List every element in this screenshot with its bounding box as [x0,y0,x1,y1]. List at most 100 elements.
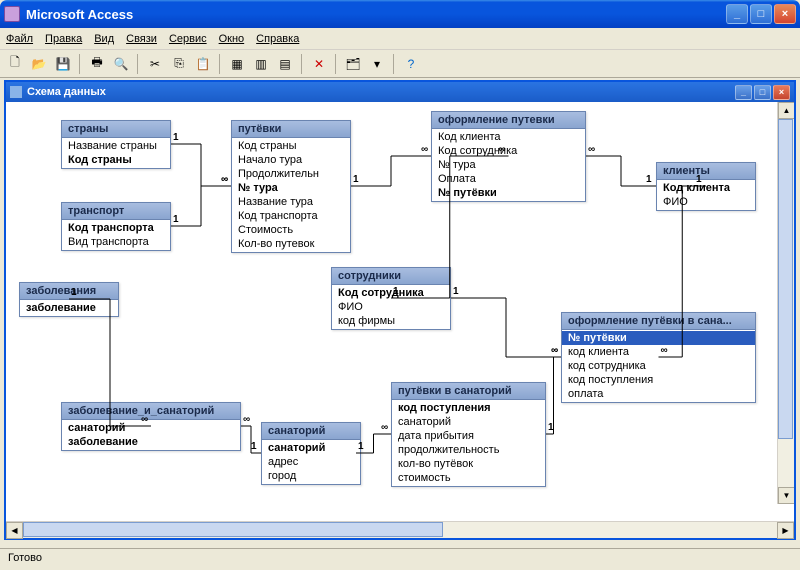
menu-edit[interactable]: Правка [45,33,82,45]
table-field[interactable]: адрес [262,455,360,469]
table-sotrudniki[interactable]: сотрудникиКод сотрудникаФИОкод фирмы [331,267,451,330]
db-window-icon[interactable]: 🗂 [342,53,364,75]
show-table-icon[interactable]: ▦ [226,53,248,75]
delete-icon[interactable]: ✕ [308,53,330,75]
table-sanatoriy[interactable]: санаторийсанаторийадресгород [261,422,361,485]
menu-file[interactable]: Файл [6,33,33,45]
show-all-icon[interactable]: ▤ [274,53,296,75]
print-icon[interactable]: 🖶 [86,53,108,75]
table-field[interactable]: Код клиента [432,130,585,144]
table-field[interactable]: Код сотрудника [332,286,450,300]
table-field[interactable]: код поступления [392,401,545,415]
h-scroll-thumb[interactable] [23,522,443,537]
new-object-icon[interactable]: ▾ [366,53,388,75]
table-field[interactable]: Код транспорта [232,209,350,223]
table-header[interactable]: сотрудники [332,268,450,285]
table-oformlenie_putevki[interactable]: оформление путевкиКод клиентаКод сотрудн… [431,111,586,202]
table-field[interactable]: город [262,469,360,483]
preview-icon[interactable]: 🔍 [110,53,132,75]
menu-view[interactable]: Вид [94,33,114,45]
table-field[interactable]: Кол-во путевок [232,237,350,251]
table-field[interactable]: Код транспорта [62,221,170,235]
child-minimize-button[interactable]: _ [735,85,752,100]
table-transport[interactable]: транспортКод транспортаВид транспорта [61,202,171,251]
show-direct-icon[interactable]: ▥ [250,53,272,75]
table-putevki_v_sanatoriy[interactable]: путёвки в санаторийкод поступлениясанато… [391,382,546,487]
vertical-scrollbar[interactable]: ▲ ▼ [777,102,794,504]
table-header[interactable]: заболевания [20,283,118,300]
relationships-canvas[interactable]: оформление путёвки в сана...№ путёвкикод… [6,102,794,521]
menu-window[interactable]: Окно [219,33,245,45]
table-field[interactable]: дата прибытия [392,429,545,443]
table-field[interactable]: № тура [232,181,350,195]
table-field[interactable]: Код страны [62,153,170,167]
table-field[interactable]: стоимость [392,471,545,485]
save-icon[interactable]: 💾 [52,53,74,75]
table-field[interactable]: Стоимость [232,223,350,237]
table-field[interactable]: Код сотрудника [432,144,585,158]
table-field[interactable]: кол-во путёвок [392,457,545,471]
scroll-up-icon[interactable]: ▲ [778,102,794,119]
table-header[interactable]: путёвки [232,121,350,138]
table-field[interactable]: санаторий [262,441,360,455]
new-icon[interactable]: 🗋 [4,53,26,75]
table-oformlenie_putevki_sana[interactable]: оформление путёвки в сана...№ путёвкикод… [561,312,756,403]
table-header[interactable]: транспорт [62,203,170,220]
table-field[interactable]: Код клиента [657,181,755,195]
maximize-button[interactable]: □ [750,4,772,24]
table-klienty[interactable]: клиентыКод клиентаФИО [656,162,756,211]
table-field[interactable]: заболевание [20,301,118,315]
table-field[interactable]: ФИО [657,195,755,209]
table-field[interactable]: санаторий [62,421,240,435]
table-field[interactable]: санаторий [392,415,545,429]
table-field[interactable]: ФИО [332,300,450,314]
table-strany[interactable]: страныНазвание страныКод страны [61,120,171,169]
table-header[interactable]: оформление путёвки в сана... [562,313,755,330]
table-field[interactable]: оплата [562,387,755,401]
table-field[interactable]: Код страны [232,139,350,153]
table-header[interactable]: оформление путевки [432,112,585,129]
menu-help[interactable]: Справка [256,33,299,45]
table-field[interactable]: продолжительность [392,443,545,457]
table-field[interactable]: Продолжительн [232,167,350,181]
table-field[interactable]: Начало тура [232,153,350,167]
table-header[interactable]: путёвки в санаторий [392,383,545,400]
minimize-button[interactable]: _ [726,4,748,24]
table-field[interactable]: Название страны [62,139,170,153]
table-header[interactable]: страны [62,121,170,138]
table-header[interactable]: заболевание_и_санаторий [62,403,240,420]
open-icon[interactable]: 📂 [28,53,50,75]
scroll-down-icon[interactable]: ▼ [778,487,794,504]
table-field[interactable]: № путёвки [432,186,585,200]
table-field[interactable]: Название тура [232,195,350,209]
table-field[interactable]: код сотрудника [562,359,755,373]
v-scroll-thumb[interactable] [778,119,793,439]
table-zabolevaniya[interactable]: заболеваниязаболевание [19,282,119,317]
table-field[interactable]: Вид транспорта [62,235,170,249]
table-zabolevanie_i_sanatoriy[interactable]: заболевание_и_санаторийсанаторийзаболева… [61,402,241,451]
cut-icon[interactable]: ✂ [144,53,166,75]
paste-icon[interactable]: 📋 [192,53,214,75]
table-field[interactable]: № путёвки [562,331,755,345]
child-maximize-button[interactable]: □ [754,85,771,100]
table-field[interactable]: код клиента [562,345,755,359]
table-putevki[interactable]: путёвкиКод страныНачало тураПродолжитель… [231,120,351,253]
table-field[interactable]: код поступления [562,373,755,387]
table-header[interactable]: санаторий [262,423,360,440]
horizontal-scrollbar[interactable]: ◀ ▶ [6,521,794,538]
table-field[interactable]: заболевание [62,435,240,449]
status-bar: Готово [0,548,800,570]
table-field[interactable]: Оплата [432,172,585,186]
menu-service[interactable]: Сервис [169,33,207,45]
table-field[interactable]: № тура [432,158,585,172]
close-button[interactable]: × [774,4,796,24]
scroll-right-icon[interactable]: ▶ [777,522,794,539]
menu-relations[interactable]: Связи [126,33,157,45]
table-field[interactable]: код фирмы [332,314,450,328]
copy-icon[interactable]: ⎘ [168,53,190,75]
help-icon[interactable]: ? [400,53,422,75]
table-header[interactable]: клиенты [657,163,755,180]
cardinality-label: ∞ [661,345,668,356]
child-close-button[interactable]: × [773,85,790,100]
scroll-left-icon[interactable]: ◀ [6,522,23,539]
